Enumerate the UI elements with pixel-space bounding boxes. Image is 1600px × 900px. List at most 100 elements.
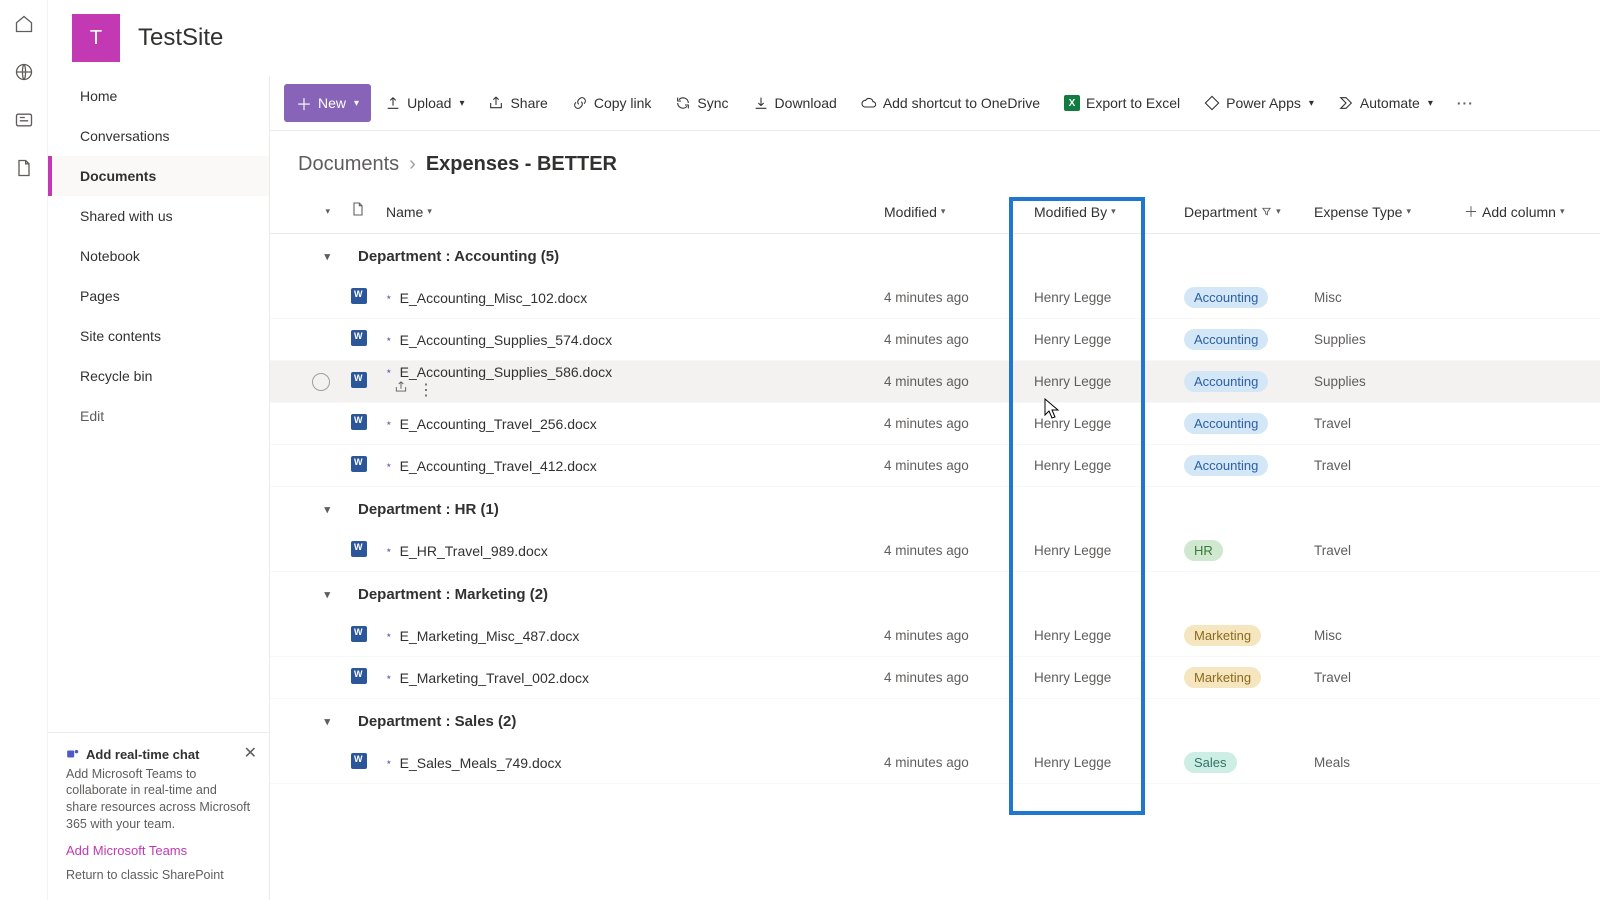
content-area: ＋ New ▾ Upload ▾ Share	[270, 76, 1600, 900]
add-column-button[interactable]: ＋Add column▾	[1464, 202, 1584, 222]
modified-by[interactable]: Henry Legge	[1034, 374, 1111, 389]
nav-item-notebook[interactable]: Notebook	[48, 236, 269, 276]
modified-by[interactable]: Henry Legge	[1034, 290, 1111, 305]
file-name[interactable]: ⋆E_Accounting_Travel_256.docx	[386, 416, 884, 432]
share-icon[interactable]	[394, 380, 408, 400]
department-pill[interactable]: Accounting	[1184, 371, 1268, 392]
department-pill[interactable]: HR	[1184, 540, 1223, 561]
group-header[interactable]: ▾Department : Accounting (5)	[270, 234, 1600, 277]
home-icon[interactable]	[14, 14, 34, 34]
chevron-down-icon: ▾	[1309, 98, 1314, 109]
upload-button[interactable]: Upload ▾	[375, 89, 474, 117]
automate-button[interactable]: Automate ▾	[1328, 89, 1443, 117]
realtime-chat-card: ✕ Add real-time chat Add Microsoft Teams…	[48, 732, 269, 900]
copylink-button[interactable]: Copy link	[562, 89, 662, 117]
nav-item-documents[interactable]: Documents	[48, 156, 269, 196]
modified-by[interactable]: Henry Legge	[1034, 332, 1111, 347]
department-pill[interactable]: Accounting	[1184, 413, 1268, 434]
modified-by[interactable]: Henry Legge	[1034, 670, 1111, 685]
filetype-icon[interactable]	[350, 201, 366, 217]
group-label: Department : Marketing (2)	[358, 586, 548, 603]
more-button[interactable]: ···	[1447, 89, 1484, 117]
chevron-down-icon: ▾	[286, 715, 350, 728]
download-button[interactable]: Download	[743, 89, 847, 117]
column-name[interactable]: Name▾	[386, 204, 884, 220]
shortcut-button[interactable]: Add shortcut to OneDrive	[851, 89, 1050, 117]
department-pill[interactable]: Accounting	[1184, 329, 1268, 350]
modified-time: 4 minutes ago	[884, 755, 969, 770]
table-row[interactable]: ⋆E_Accounting_Supplies_574.docx4 minutes…	[270, 319, 1600, 361]
close-icon[interactable]: ✕	[244, 743, 257, 763]
new-badge-icon: ⋆	[386, 757, 392, 768]
excel-icon: X	[1064, 95, 1080, 111]
row-select-circle[interactable]	[312, 373, 330, 391]
table-row[interactable]: ⋆E_Marketing_Travel_002.docx4 minutes ag…	[270, 657, 1600, 699]
file-name[interactable]: ⋆E_Accounting_Travel_412.docx	[386, 458, 884, 474]
column-modified[interactable]: Modified▾	[884, 204, 1034, 220]
word-doc-icon	[350, 540, 368, 558]
nav-item-site-contents[interactable]: Site contents	[48, 316, 269, 356]
group-header[interactable]: ▾Department : HR (1)	[270, 487, 1600, 530]
sync-icon	[675, 95, 691, 111]
export-button[interactable]: X Export to Excel	[1054, 89, 1190, 117]
department-pill[interactable]: Accounting	[1184, 287, 1268, 308]
table-row[interactable]: ⋆E_Accounting_Travel_256.docx4 minutes a…	[270, 403, 1600, 445]
modified-by[interactable]: Henry Legge	[1034, 458, 1111, 473]
group-header[interactable]: ▾Department : Marketing (2)	[270, 572, 1600, 615]
file-name[interactable]: ⋆E_Marketing_Misc_487.docx	[386, 628, 884, 644]
powerapps-button[interactable]: Power Apps ▾	[1194, 89, 1324, 117]
new-badge-icon: ⋆	[386, 334, 392, 345]
chat-card-title: Add real-time chat	[86, 747, 199, 762]
nav-item-edit[interactable]: Edit	[48, 396, 269, 436]
column-modifiedby[interactable]: Modified By▾	[1034, 204, 1184, 220]
site-title[interactable]: TestSite	[138, 24, 223, 52]
group-label: Department : Sales (2)	[358, 713, 516, 730]
department-pill[interactable]: Accounting	[1184, 455, 1268, 476]
breadcrumb-root[interactable]: Documents	[298, 153, 399, 176]
globe-icon[interactable]	[14, 62, 34, 82]
word-doc-icon	[350, 371, 368, 389]
table-row[interactable]: ⋆E_HR_Travel_989.docx4 minutes agoHenry …	[270, 530, 1600, 572]
modified-by[interactable]: Henry Legge	[1034, 628, 1111, 643]
nav-item-home[interactable]: Home	[48, 76, 269, 116]
new-badge-icon: ⋆	[386, 460, 392, 471]
site-logo[interactable]: T	[72, 14, 120, 62]
file-name[interactable]: ⋆E_Marketing_Travel_002.docx	[386, 670, 884, 686]
column-headers: ▾ Name▾ Modified▾ Modified By▾ Departmen…	[270, 190, 1600, 234]
sync-button[interactable]: Sync	[665, 89, 738, 117]
modified-by[interactable]: Henry Legge	[1034, 543, 1111, 558]
classic-link[interactable]: Return to classic SharePoint	[66, 868, 251, 882]
column-expensetype[interactable]: Expense Type▾	[1314, 204, 1464, 220]
share-button[interactable]: Share	[478, 89, 557, 117]
department-pill[interactable]: Marketing	[1184, 625, 1261, 646]
file-name[interactable]: ⋆E_Accounting_Supplies_586.docx	[386, 364, 884, 380]
breadcrumb-current: Expenses - BETTER	[426, 153, 617, 176]
file-name[interactable]: ⋆E_Accounting_Misc_102.docx	[386, 290, 884, 306]
nav-item-recycle-bin[interactable]: Recycle bin	[48, 356, 269, 396]
chevron-down-icon: ▾	[354, 98, 359, 109]
select-all-toggle[interactable]: ▾	[325, 206, 330, 217]
table-row[interactable]: ⋆E_Accounting_Travel_412.docx4 minutes a…	[270, 445, 1600, 487]
department-pill[interactable]: Sales	[1184, 752, 1237, 773]
modified-by[interactable]: Henry Legge	[1034, 755, 1111, 770]
add-teams-link[interactable]: Add Microsoft Teams	[66, 843, 187, 858]
table-row[interactable]: ⋆E_Accounting_Misc_102.docx4 minutes ago…	[270, 277, 1600, 319]
file-name[interactable]: ⋆E_Sales_Meals_749.docx	[386, 755, 884, 771]
file-name[interactable]: ⋆E_Accounting_Supplies_574.docx	[386, 332, 884, 348]
modified-by[interactable]: Henry Legge	[1034, 416, 1111, 431]
group-header[interactable]: ▾ Department : Sales (2)	[270, 699, 1600, 742]
table-row[interactable]: ⋆E_Accounting_Supplies_586.docx⋮4 minute…	[270, 361, 1600, 403]
file-name[interactable]: ⋆E_HR_Travel_989.docx	[386, 543, 884, 559]
news-icon[interactable]	[14, 110, 34, 130]
nav-item-pages[interactable]: Pages	[48, 276, 269, 316]
nav-item-conversations[interactable]: Conversations	[48, 116, 269, 156]
word-doc-icon	[350, 667, 368, 685]
new-button[interactable]: ＋ New ▾	[284, 84, 371, 122]
file-icon[interactable]	[14, 158, 34, 178]
column-department[interactable]: Department ▾	[1184, 204, 1314, 220]
more-icon[interactable]: ⋮	[418, 380, 434, 400]
table-row[interactable]: ⋆E_Sales_Meals_749.docx4 minutes ago Henr…	[270, 742, 1600, 784]
table-row[interactable]: ⋆E_Marketing_Misc_487.docx4 minutes agoH…	[270, 615, 1600, 657]
department-pill[interactable]: Marketing	[1184, 667, 1261, 688]
nav-item-shared-with-us[interactable]: Shared with us	[48, 196, 269, 236]
